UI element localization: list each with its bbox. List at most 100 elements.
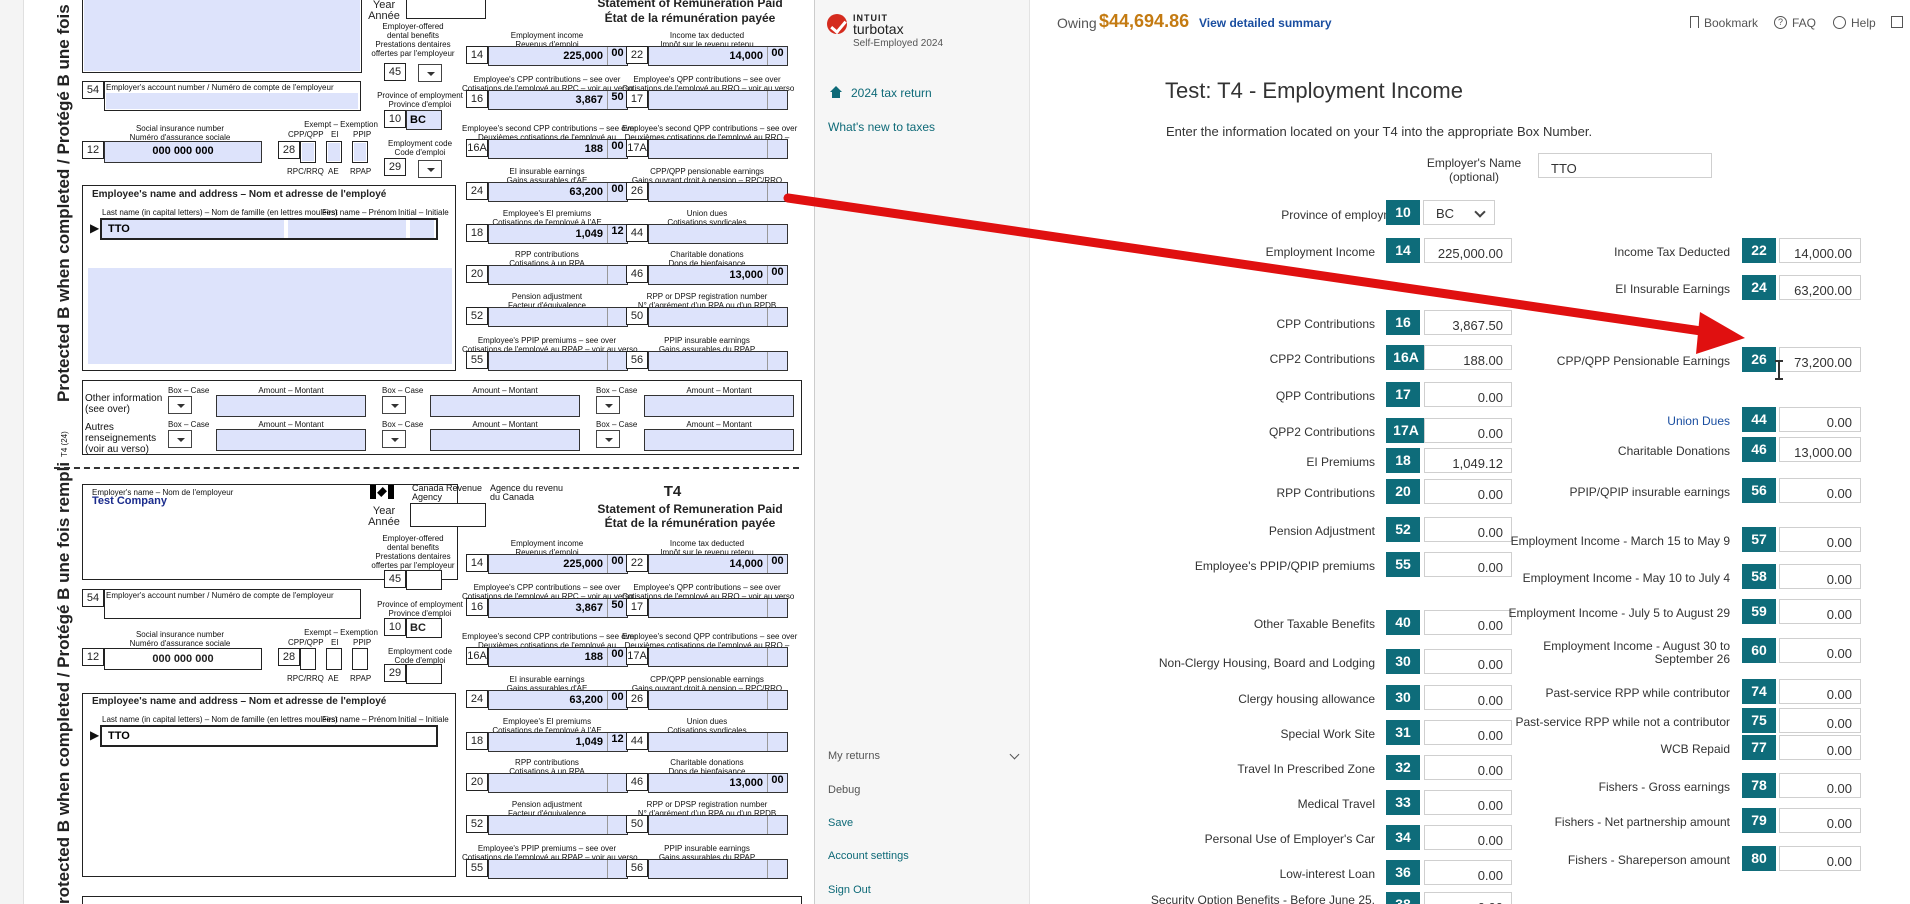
pdf-box-field-14[interactable]: 225,000 00 (488, 554, 628, 574)
right-row-amount-input[interactable] (1779, 599, 1861, 624)
more-icon[interactable] (1891, 16, 1903, 28)
pdf-box-field-20[interactable] (488, 773, 628, 793)
other-info-box-dropdown[interactable] (382, 430, 406, 448)
t4-pdf-viewer[interactable]: Protected B when completed / Protégé B u… (0, 0, 815, 904)
right-row-amount-input[interactable] (1779, 708, 1861, 733)
pdf-box-field-26[interactable] (648, 690, 788, 710)
left-row-amount-input[interactable] (1424, 825, 1512, 850)
exempt-ei-check-2[interactable] (326, 648, 342, 670)
year-field-2[interactable] (410, 503, 486, 527)
left-row-amount-input[interactable] (1424, 790, 1512, 815)
pdf-box-field-55[interactable] (488, 859, 628, 879)
other-info-amount-field[interactable] (644, 395, 794, 417)
left-row-amount-input[interactable] (1424, 610, 1512, 635)
nav-sign-out[interactable]: Sign Out (828, 884, 871, 896)
left-row-amount-input[interactable] (1424, 685, 1512, 710)
right-row-amount-input[interactable] (1779, 735, 1861, 760)
help-button[interactable]: Help (1851, 16, 1876, 30)
employee-last-name-field[interactable]: TTO (100, 218, 438, 240)
sin-field-2[interactable]: 000 000 000 (104, 648, 262, 670)
exempt-cpp-check[interactable] (300, 141, 316, 163)
pdf-box-field-55[interactable] (488, 351, 628, 371)
pdf-box-field-24[interactable]: 63,200 00 (488, 182, 628, 202)
other-info-amount-field[interactable] (430, 395, 580, 417)
left-row-amount-input[interactable] (1424, 382, 1512, 407)
exempt-ppip-check[interactable] (352, 141, 368, 163)
pdf-box-field-52[interactable] (488, 815, 628, 835)
employee-last-name-field-2[interactable]: TTO (100, 725, 438, 747)
pdf-box-field-56[interactable] (648, 351, 788, 371)
pdf-box-field-44[interactable] (648, 732, 788, 752)
right-row-amount-input[interactable] (1779, 478, 1861, 503)
pdf-box-field-17A[interactable] (648, 647, 788, 667)
left-row-amount-input[interactable] (1424, 418, 1512, 443)
right-row-amount-input[interactable] (1779, 527, 1861, 552)
other-info-amount-field[interactable] (216, 429, 366, 451)
province-select[interactable]: BC (1423, 200, 1495, 225)
other-info-box-dropdown[interactable] (168, 430, 192, 448)
left-row-amount-input[interactable] (1424, 238, 1512, 263)
empcode-field-2[interactable] (406, 664, 442, 684)
other-info-amount-field[interactable] (430, 429, 580, 451)
pdf-box-field-22[interactable]: 14,000 00 (648, 554, 788, 574)
right-row-amount-input[interactable] (1779, 638, 1861, 663)
right-row-amount-input[interactable] (1779, 773, 1861, 798)
nav-2024-tax-return[interactable]: 2024 tax return (851, 86, 932, 100)
right-row-amount-input[interactable] (1779, 846, 1861, 871)
pdf-box-field-18[interactable]: 1,049 12 (488, 224, 628, 244)
sin-field[interactable]: 000 000 000 (104, 141, 262, 163)
other-info-box-dropdown[interactable] (382, 396, 406, 414)
right-row-amount-input[interactable] (1779, 564, 1861, 589)
other-info-box-dropdown[interactable] (596, 430, 620, 448)
bookmark-button[interactable]: Bookmark (1704, 16, 1758, 30)
year-field[interactable] (406, 0, 486, 19)
left-row-amount-input[interactable] (1424, 720, 1512, 745)
pdf-box-field-26[interactable] (648, 182, 788, 202)
province-field[interactable]: BC (406, 110, 442, 130)
nav-debug[interactable]: Debug (828, 784, 860, 796)
province-field-2[interactable]: BC (406, 618, 442, 638)
chevron-down-icon[interactable] (1009, 749, 1020, 760)
other-info-box-dropdown[interactable] (596, 396, 620, 414)
view-summary-link[interactable]: View detailed summary (1199, 16, 1332, 30)
right-row-amount-input[interactable] (1779, 808, 1861, 833)
pdf-box-field-56[interactable] (648, 859, 788, 879)
exempt-cpp-check-2[interactable] (300, 648, 316, 670)
left-row-amount-input[interactable] (1424, 649, 1512, 674)
pdf-box-field-46[interactable]: 13,000 00 (648, 773, 788, 793)
pdf-box-field-50[interactable] (648, 307, 788, 327)
right-row-amount-input[interactable] (1779, 347, 1861, 372)
employer-name-input[interactable] (1538, 153, 1712, 178)
pdf-box-field-44[interactable] (648, 224, 788, 244)
pdf-box-field-24[interactable]: 63,200 00 (488, 690, 628, 710)
empcode-dropdown[interactable] (418, 160, 442, 178)
pdf-box-field-17[interactable] (648, 598, 788, 618)
dental-field-2[interactable] (406, 570, 442, 590)
pdf-box-field-46[interactable]: 13,000 00 (648, 265, 788, 285)
pdf-box-field-17[interactable] (648, 90, 788, 110)
pdf-box-field-14[interactable]: 225,000 00 (488, 46, 628, 66)
nav-save[interactable]: Save (828, 817, 853, 829)
left-row-amount-input[interactable] (1424, 517, 1512, 542)
other-info-amount-field[interactable] (644, 429, 794, 451)
pdf-box-field-52[interactable] (488, 307, 628, 327)
left-row-amount-input[interactable] (1424, 860, 1512, 885)
right-row-amount-input[interactable] (1779, 437, 1861, 462)
employee-address-field[interactable] (88, 268, 452, 364)
pdf-box-field-50[interactable] (648, 815, 788, 835)
right-row-amount-input[interactable] (1779, 238, 1861, 263)
other-info-box-dropdown[interactable] (168, 396, 192, 414)
right-row-amount-input[interactable] (1779, 679, 1861, 704)
nav-account-settings[interactable]: Account settings (828, 850, 909, 862)
pdf-box-field-16[interactable]: 3,867 50 (488, 90, 628, 110)
nav-my-returns[interactable]: My returns (828, 750, 880, 762)
pdf-box-field-17A[interactable] (648, 139, 788, 159)
left-row-amount-input[interactable] (1424, 892, 1512, 904)
left-row-amount-input[interactable] (1424, 479, 1512, 504)
pdf-box-field-16[interactable]: 3,867 50 (488, 598, 628, 618)
right-row-amount-input[interactable] (1779, 407, 1861, 432)
pdf-box-field-16A[interactable]: 188 00 (488, 647, 628, 667)
other-info-amount-field[interactable] (216, 395, 366, 417)
nav-whats-new[interactable]: What's new to taxes (828, 120, 935, 134)
left-row-amount-input[interactable] (1424, 310, 1512, 335)
